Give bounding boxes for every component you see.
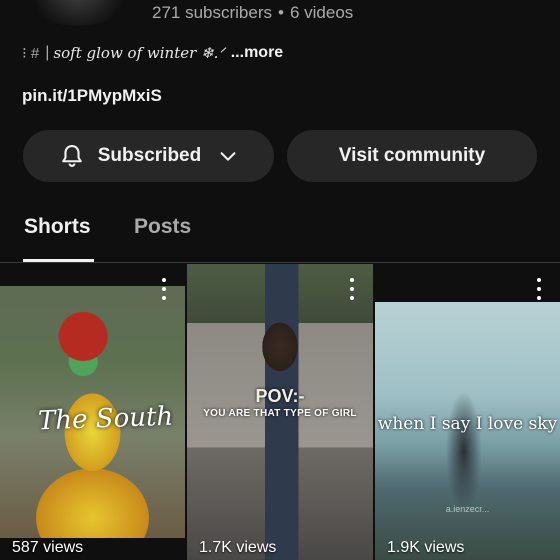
chevron-down-icon <box>220 152 236 161</box>
more-vert-icon[interactable] <box>157 278 171 300</box>
subscribed-label: Subscribed <box>97 145 202 166</box>
tabs-divider <box>0 262 560 263</box>
description-pipe: | <box>45 44 50 61</box>
channel-description[interactable]: ⁝ # | soft glow of winter ❄.ᐟ ...more <box>22 44 283 62</box>
channel-stats: 271 subscribers • 6 videos <box>152 3 353 23</box>
short-view-count: 587 views <box>12 539 84 556</box>
subscribed-button[interactable]: Subscribed <box>23 130 274 182</box>
short-caption: The South <box>37 401 174 437</box>
tab-posts[interactable]: Posts <box>134 215 191 239</box>
short-thumbnail-1[interactable]: The South 587 views <box>0 264 185 560</box>
bell-icon <box>61 145 82 167</box>
description-text: soft glow of winter ❄.ᐟ <box>53 44 225 62</box>
channel-avatar[interactable] <box>28 0 128 26</box>
short-view-count: 1.7K views <box>199 539 277 556</box>
visit-community-button[interactable]: Visit community <box>287 130 537 182</box>
visit-community-label: Visit community <box>338 145 486 166</box>
more-vert-icon[interactable] <box>532 278 546 300</box>
short-watermark: a.ienzecr... <box>445 504 490 514</box>
video-count: 6 videos <box>289 3 354 22</box>
short-view-count: 1.9K views <box>387 539 465 556</box>
short-caption-sub: YOU ARE THAT TYPE OF GIRL <box>203 408 357 419</box>
channel-link[interactable]: pin.it/1PMypMxiS <box>22 86 162 106</box>
stats-separator: • <box>278 3 284 22</box>
description-prefix: ⁝ # <box>22 45 40 62</box>
short-caption: POV:- <box>255 386 305 406</box>
description-more-link[interactable]: ...more <box>231 44 283 62</box>
subscriber-count: 271 subscribers <box>152 3 273 22</box>
more-vert-icon[interactable] <box>345 278 359 300</box>
tab-shorts[interactable]: Shorts <box>24 215 91 239</box>
short-thumbnail-2[interactable]: POV:- YOU ARE THAT TYPE OF GIRL 1.7K vie… <box>187 264 373 560</box>
short-thumbnail-3[interactable]: when I say I love sky a.ienzecr... 1.9K … <box>375 264 560 560</box>
short-caption: when I say I love sky <box>377 414 558 434</box>
